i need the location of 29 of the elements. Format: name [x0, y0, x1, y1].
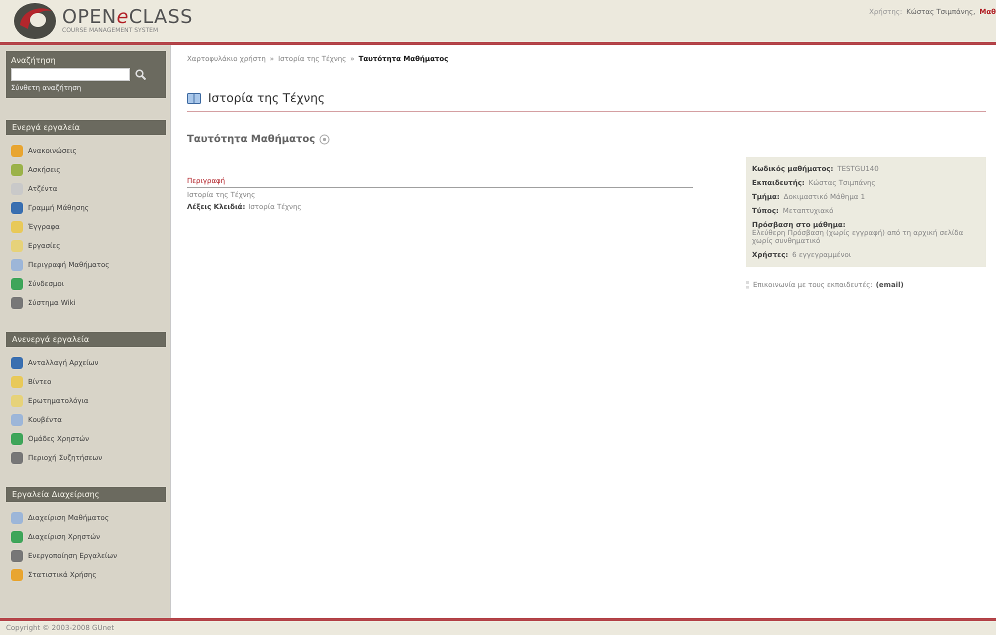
tool-icon — [10, 450, 24, 464]
section-header: Εργαλεία Διαχείρισης — [6, 487, 166, 502]
tool-icon — [10, 258, 24, 272]
search-icon[interactable] — [135, 69, 146, 80]
tool-icon — [10, 530, 24, 544]
tool-icon — [10, 144, 24, 158]
tool-icon — [10, 394, 24, 408]
tool-icon — [10, 548, 24, 562]
tool-icon — [10, 356, 24, 370]
course-title: Ιστορία της Τέχνης — [208, 91, 325, 105]
search-field[interactable] — [11, 68, 130, 81]
tool-icon — [10, 296, 24, 310]
tool-icon — [10, 200, 24, 214]
tool-icon — [10, 238, 24, 252]
tool-icon — [10, 412, 24, 426]
tool-icon — [10, 374, 24, 388]
tool-icon — [10, 276, 24, 290]
tool-icon — [10, 162, 24, 176]
search-title: Αναζήτηση — [11, 56, 57, 65]
tool-icon — [10, 220, 24, 234]
tool-icon — [10, 510, 24, 524]
section-header: Ανενεργά εργαλεία — [6, 332, 166, 347]
book-icon — [187, 92, 201, 104]
section-header: Ενεργά εργαλεία — [6, 120, 166, 135]
section-title: Ταυτότητα Μαθήματος — [187, 134, 316, 145]
help-icon[interactable] — [319, 134, 330, 145]
logo-title: OPENeCLASS — [62, 7, 193, 27]
tool-icon — [10, 568, 24, 582]
tool-icon — [10, 432, 24, 446]
